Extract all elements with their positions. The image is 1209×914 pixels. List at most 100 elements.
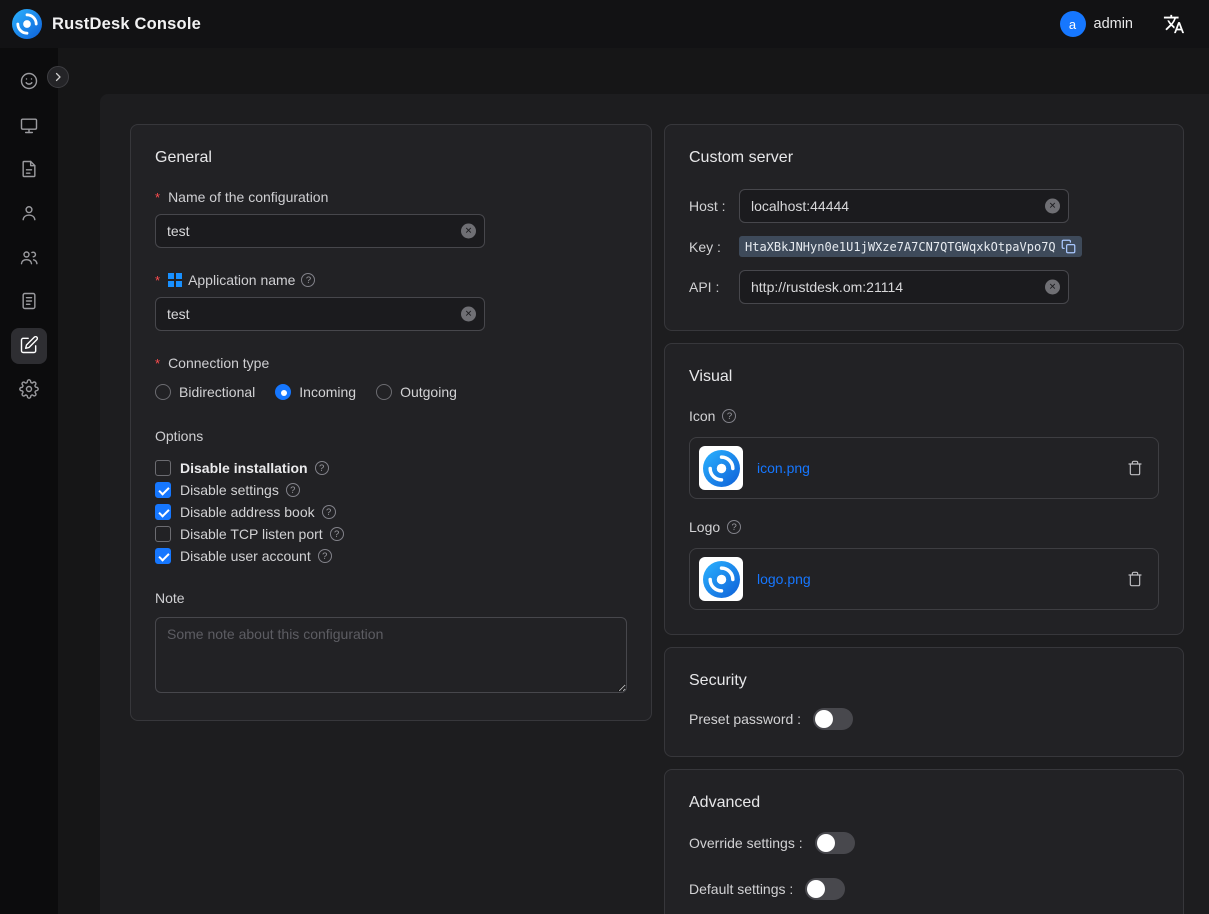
- help-icon[interactable]: [318, 549, 332, 563]
- key-label: Key :: [689, 239, 739, 255]
- visual-card: Visual Icon icon.png: [664, 343, 1184, 635]
- radio-label: Incoming: [299, 384, 356, 400]
- sidebar: [0, 48, 58, 914]
- config-name-input[interactable]: [155, 214, 485, 248]
- note-label: Note: [155, 590, 185, 606]
- sidebar-item-custom-client[interactable]: [11, 328, 47, 364]
- note-textarea[interactable]: [155, 617, 627, 693]
- checkbox[interactable]: [155, 504, 171, 520]
- translate-icon[interactable]: [1163, 13, 1185, 35]
- option-label: Disable address book: [180, 504, 315, 520]
- checkbox[interactable]: [155, 482, 171, 498]
- option-label: Disable installation: [180, 460, 308, 476]
- help-icon[interactable]: [322, 505, 336, 519]
- option-label: Disable TCP listen port: [180, 526, 323, 542]
- checkbox[interactable]: [155, 526, 171, 542]
- logo-thumbnail: [699, 557, 743, 601]
- sidebar-item-settings[interactable]: [11, 372, 47, 408]
- key-value: HtaXBkJNHyn0e1U1jWXze7A7CN7QTGWqxkOtpaVp…: [745, 240, 1055, 254]
- help-icon[interactable]: [301, 273, 315, 287]
- documents-icon: [19, 159, 39, 182]
- devices-icon: [19, 115, 39, 138]
- sidebar-item-audit[interactable]: [11, 284, 47, 320]
- settings-icon: [19, 379, 39, 402]
- option-disable-tcp-listen-port: Disable TCP listen port: [155, 526, 627, 542]
- top-header: RustDesk Console a admin: [0, 0, 1209, 48]
- icon-upload-box: icon.png: [689, 437, 1159, 499]
- user-avatar[interactable]: a: [1060, 11, 1086, 37]
- sidebar-item-documents[interactable]: [11, 152, 47, 188]
- icon-label: Icon: [689, 408, 715, 424]
- checkbox[interactable]: [155, 548, 171, 564]
- advanced-title: Advanced: [689, 794, 1159, 812]
- default-settings-toggle[interactable]: [805, 878, 845, 900]
- required-marker: [155, 355, 162, 371]
- help-icon[interactable]: [722, 409, 736, 423]
- windows-icon: [168, 273, 182, 287]
- help-icon[interactable]: [330, 527, 344, 541]
- radio-label: Bidirectional: [179, 384, 255, 400]
- radio-outgoing[interactable]: Outgoing: [376, 384, 457, 400]
- clear-icon[interactable]: ✕: [461, 224, 476, 239]
- audit-log-icon: [19, 291, 39, 314]
- required-marker: [155, 272, 162, 288]
- security-title: Security: [689, 672, 1159, 690]
- delete-icon[interactable]: [1127, 571, 1143, 587]
- user-name[interactable]: admin: [1094, 16, 1134, 32]
- preset-password-toggle[interactable]: [813, 708, 853, 730]
- sidebar-item-groups[interactable]: [11, 240, 47, 276]
- radio-incoming[interactable]: Incoming: [275, 384, 356, 400]
- sidebar-expand-button[interactable]: [47, 66, 69, 88]
- rustdesk-logo-icon: [12, 9, 42, 39]
- status-icon: [19, 71, 39, 94]
- api-label: API :: [689, 279, 739, 295]
- sidebar-item-devices[interactable]: [11, 108, 47, 144]
- icon-thumbnail: [699, 446, 743, 490]
- option-disable-user-account: Disable user account: [155, 548, 627, 564]
- preset-password-label: Preset password :: [689, 711, 801, 727]
- radio-icon: [275, 384, 291, 400]
- advanced-card: Advanced Override settings : Default set…: [664, 769, 1184, 914]
- config-name-label: Name of the configuration: [168, 189, 328, 205]
- radio-icon: [155, 384, 171, 400]
- logo-upload-box: logo.png: [689, 548, 1159, 610]
- override-settings-toggle[interactable]: [815, 832, 855, 854]
- copy-icon[interactable]: [1061, 239, 1076, 254]
- user-icon: [19, 203, 39, 226]
- custom-client-icon: [19, 335, 39, 358]
- help-icon[interactable]: [286, 483, 300, 497]
- radio-bidirectional[interactable]: Bidirectional: [155, 384, 255, 400]
- general-card-title: General: [155, 149, 627, 167]
- general-card: General Name of the configuration ✕ Appl…: [130, 124, 652, 721]
- logo-file-link[interactable]: logo.png: [757, 571, 811, 587]
- icon-file-link[interactable]: icon.png: [757, 460, 810, 476]
- app-name-label: Application name: [188, 272, 295, 288]
- option-disable-settings: Disable settings: [155, 482, 627, 498]
- sidebar-item-users[interactable]: [11, 196, 47, 232]
- logo-label: Logo: [689, 519, 720, 535]
- help-icon[interactable]: [315, 461, 329, 475]
- custom-server-card: Custom server Host : ✕ Key : HtaXBkJNHy: [664, 124, 1184, 331]
- checkbox[interactable]: [155, 460, 171, 476]
- radio-label: Outgoing: [400, 384, 457, 400]
- api-input[interactable]: [739, 270, 1069, 304]
- help-icon[interactable]: [727, 520, 741, 534]
- key-field: HtaXBkJNHyn0e1U1jWXze7A7CN7QTGWqxkOtpaVp…: [739, 236, 1082, 257]
- default-settings-label: Default settings :: [689, 881, 793, 897]
- clear-icon[interactable]: ✕: [461, 307, 476, 322]
- app-name-input[interactable]: [155, 297, 485, 331]
- option-label: Disable user account: [180, 548, 311, 564]
- clear-icon[interactable]: ✕: [1045, 199, 1060, 214]
- delete-icon[interactable]: [1127, 460, 1143, 476]
- host-input[interactable]: [739, 189, 1069, 223]
- option-label: Disable settings: [180, 482, 279, 498]
- clear-icon[interactable]: ✕: [1045, 280, 1060, 295]
- content-panel: General Name of the configuration ✕ Appl…: [100, 94, 1209, 914]
- option-disable-installation: Disable installation: [155, 460, 627, 476]
- options-label: Options: [155, 428, 203, 444]
- custom-server-title: Custom server: [689, 149, 1159, 167]
- required-marker: [155, 189, 162, 205]
- security-card: Security Preset password :: [664, 647, 1184, 757]
- host-label: Host :: [689, 198, 739, 214]
- sidebar-item-status[interactable]: [11, 64, 47, 100]
